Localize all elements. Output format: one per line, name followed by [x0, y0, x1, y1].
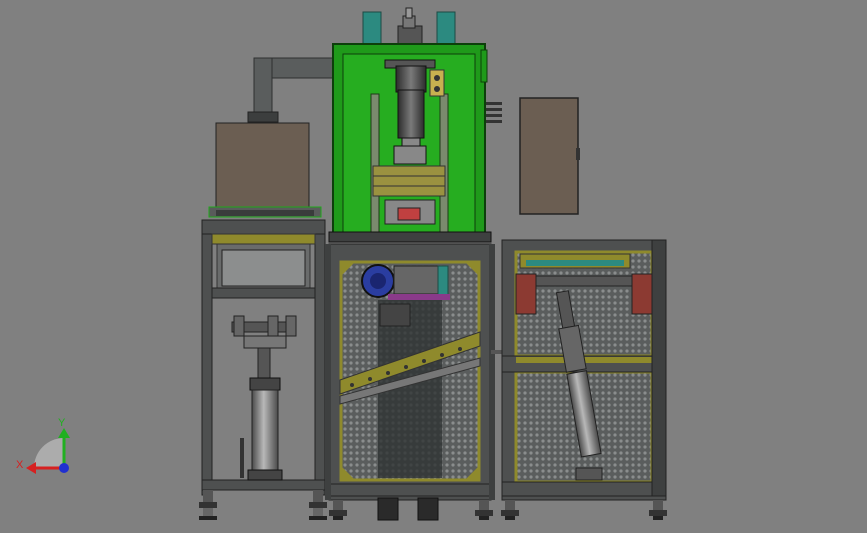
triad-plane-icon[interactable]: [34, 438, 64, 468]
left-hopper-box: [208, 122, 322, 218]
left-frame: [199, 219, 327, 520]
exhaust-duct: [247, 57, 335, 123]
machine-drawing: Y X: [16, 7, 667, 521]
y-axis-label[interactable]: Y: [58, 417, 66, 429]
center-frame: [325, 243, 505, 521]
coordinate-triad[interactable]: Y X: [16, 417, 70, 474]
press-enclosure: [328, 43, 502, 243]
teal-post-left: [362, 11, 382, 45]
cad-viewport[interactable]: Y X: [0, 0, 867, 533]
right-frame: [501, 239, 667, 520]
top-stack: [362, 7, 456, 45]
x-axis-arrow-icon[interactable]: [26, 462, 36, 474]
z-axis-dot-icon[interactable]: [59, 463, 69, 473]
teal-post-right: [436, 11, 456, 45]
y-axis-arrow-icon[interactable]: [58, 428, 70, 438]
control-cabinet: [519, 97, 580, 215]
x-axis-label[interactable]: X: [16, 459, 24, 471]
